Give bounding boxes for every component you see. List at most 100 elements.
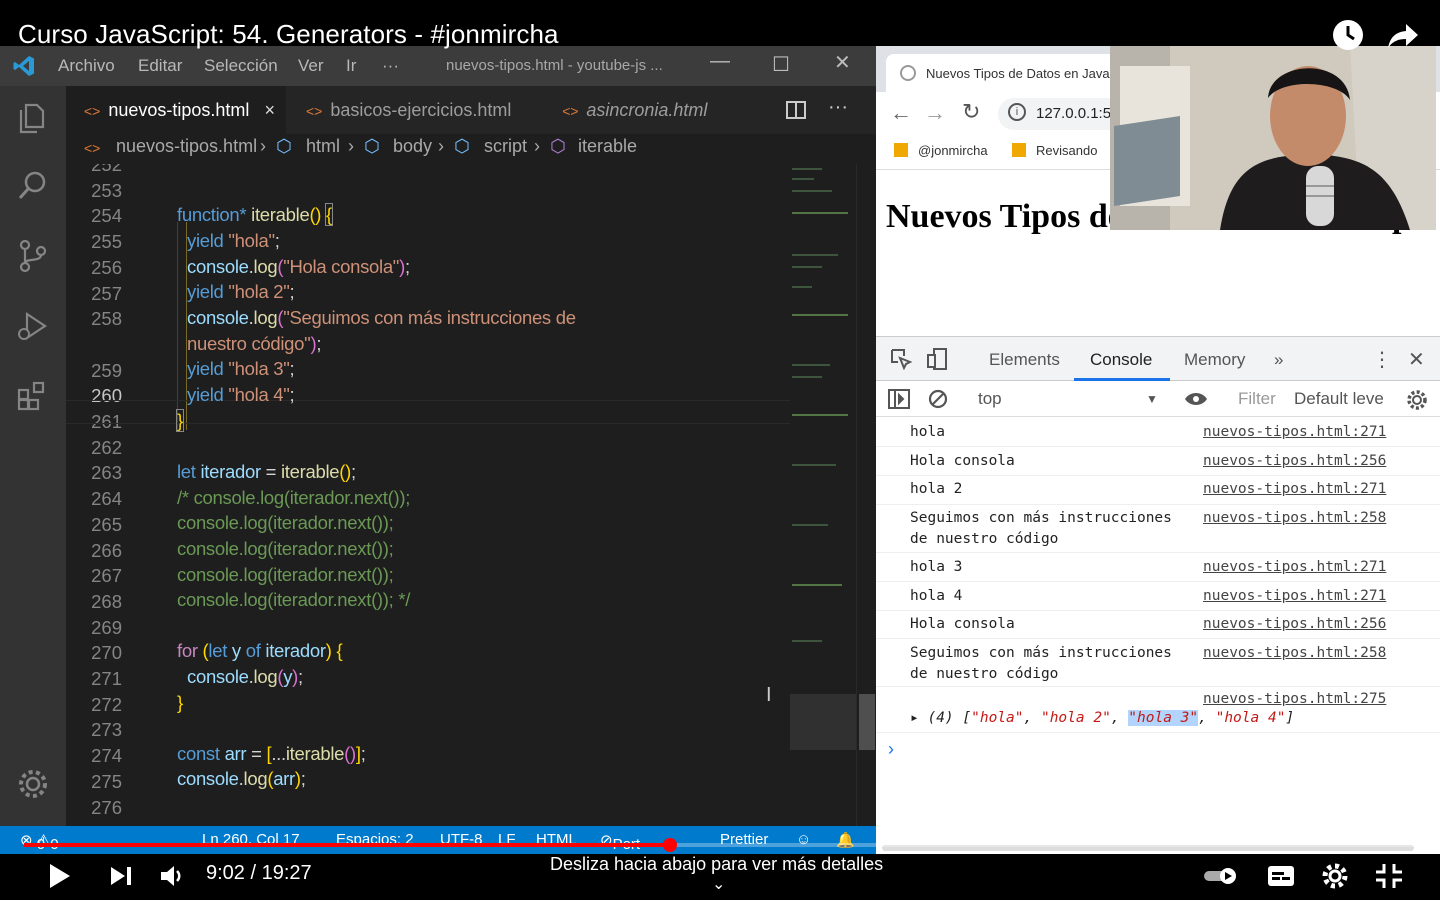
- bookmark-jonmircha[interactable]: @jonmircha: [918, 143, 988, 158]
- log-text: hola 4: [910, 588, 963, 604]
- run-debug-icon[interactable]: [15, 308, 51, 344]
- settings-icon[interactable]: [1320, 860, 1350, 892]
- log-text: Seguimos con más instrucciones de nuestr…: [910, 510, 1172, 547]
- element-icon: ⬡: [276, 136, 292, 156]
- minimap[interactable]: [790, 164, 856, 826]
- show-sidebar-icon[interactable]: [888, 389, 910, 409]
- console-prompt-icon[interactable]: ›: [888, 739, 894, 760]
- close-window-button[interactable]: ✕: [834, 50, 851, 75]
- explorer-icon[interactable]: [15, 100, 51, 136]
- browser-tab[interactable]: Nuevos Tipos de Datos en JavaScript: [886, 54, 1126, 92]
- log-text: Hola consola: [910, 616, 1015, 632]
- video-title[interactable]: Curso JavaScript: 54. Generators - #jonm…: [18, 19, 559, 50]
- maximize-button[interactable]: ☐: [772, 52, 790, 77]
- array-output[interactable]: ▸ (4) ["hola", "hola 2", "hola 3", "hola…: [910, 710, 1294, 726]
- log-source-link[interactable]: nuevos-tipos.html:271: [1203, 479, 1386, 500]
- context-selector[interactable]: top: [978, 389, 1002, 409]
- time-total: 19:27: [261, 862, 312, 884]
- breadcrumb-iterable[interactable]: iterable: [578, 136, 637, 157]
- close-devtools-icon[interactable]: ✕: [1408, 347, 1425, 372]
- log-source-link[interactable]: nuevos-tipos.html:271: [1203, 557, 1386, 578]
- minimap-line: [792, 364, 830, 366]
- code-editor[interactable]: 252 253 254 255 256 257 258 259 260 261 262 263 264 2…: [66, 164, 856, 826]
- line-number: 268: [91, 590, 122, 612]
- minimap-line: [792, 464, 836, 466]
- reload-icon[interactable]: ↻: [962, 99, 980, 125]
- menu-archivo[interactable]: Archivo: [58, 56, 115, 76]
- line-number: 264: [91, 488, 122, 510]
- log-source-link[interactable]: nuevos-tipos.html:256: [1203, 614, 1386, 635]
- progress-scrubber[interactable]: [662, 838, 677, 852]
- menu-editar[interactable]: Editar: [138, 56, 182, 76]
- scrollbar-thumb[interactable]: [859, 694, 875, 750]
- more-actions-icon[interactable]: ···: [828, 96, 848, 119]
- code-line-255: yield "hola";: [187, 230, 280, 251]
- settings-gear-icon[interactable]: [15, 766, 51, 802]
- log-source-link[interactable]: nuevos-tipos.html:258: [1203, 508, 1386, 529]
- time-current: 9:02: [206, 862, 245, 884]
- vscode-titlebar: Archivo Editar Selección Ver Ir ··· nuev…: [0, 46, 876, 86]
- code-line-267: console.log(iterador.next());: [177, 564, 394, 585]
- subtitles-icon[interactable]: [1266, 860, 1296, 892]
- video-progress-bar[interactable]: [24, 838, 1416, 852]
- line-number: 269: [91, 616, 122, 638]
- kebab-menu-icon[interactable]: ⋮: [1372, 347, 1392, 372]
- tab-nuevos-tipos[interactable]: <> nuevos-tipos.html ×: [66, 86, 286, 134]
- next-icon[interactable]: [106, 860, 136, 892]
- log-source-link[interactable]: nuevos-tipos.html:256: [1203, 451, 1386, 472]
- split-editor-icon[interactable]: [786, 100, 806, 120]
- log-source-link[interactable]: nuevos-tipos.html:258: [1203, 643, 1386, 664]
- dropdown-arrow-icon[interactable]: ▼: [1146, 392, 1158, 406]
- editor-scrollbar[interactable]: [856, 164, 876, 826]
- html-file-icon: <>: [84, 140, 101, 156]
- log-source-link[interactable]: nuevos-tipos.html:275: [1203, 689, 1386, 710]
- code-line-263: let iterador = iterable();: [177, 461, 356, 482]
- extensions-icon[interactable]: [15, 378, 51, 414]
- minimap-slider[interactable]: [790, 694, 856, 750]
- minimap-line: [792, 266, 822, 268]
- source-control-icon[interactable]: [15, 238, 51, 274]
- breadcrumb-body[interactable]: body: [393, 136, 432, 157]
- volume-icon[interactable]: [158, 860, 188, 892]
- line-number: 272: [91, 693, 122, 715]
- share-icon[interactable]: [1386, 18, 1420, 52]
- device-toolbar-icon[interactable]: [926, 347, 950, 371]
- clear-console-icon[interactable]: [928, 389, 948, 409]
- console-settings-gear-icon[interactable]: [1406, 389, 1428, 411]
- breadcrumb-script[interactable]: script: [484, 136, 527, 157]
- menu-ir[interactable]: Ir: [346, 56, 356, 76]
- tab-asincronia[interactable]: <> asincronia.html: [542, 86, 742, 134]
- globe-icon: [900, 65, 916, 81]
- more-tabs-icon[interactable]: »: [1274, 350, 1283, 370]
- search-icon[interactable]: [15, 168, 51, 204]
- log-source-link[interactable]: nuevos-tipos.html:271: [1203, 586, 1386, 607]
- bookmark-revisando[interactable]: Revisando: [1036, 143, 1097, 158]
- swipe-hint[interactable]: Desliza hacia abajo para ver más detalle…: [550, 854, 883, 893]
- back-icon[interactable]: ←: [890, 100, 912, 126]
- tab-elements[interactable]: Elements: [989, 350, 1060, 370]
- minimap-line: [792, 286, 812, 288]
- exit-fullscreen-icon[interactable]: [1374, 860, 1404, 892]
- live-expression-eye-icon[interactable]: [1184, 391, 1208, 407]
- tab-close-icon[interactable]: ×: [264, 100, 275, 120]
- chevron-right-icon: ›: [438, 136, 444, 156]
- code-line-270: for (let y of iterador) {: [177, 640, 343, 661]
- tab-basicos-ejercicios[interactable]: <> basicos-ejercicios.html: [288, 86, 540, 134]
- menu-ver[interactable]: Ver: [298, 56, 324, 76]
- tab-console[interactable]: Console: [1090, 350, 1152, 370]
- tab-memory[interactable]: Memory: [1184, 350, 1245, 370]
- log-source-link[interactable]: nuevos-tipos.html:271: [1203, 422, 1386, 443]
- menu-seleccion[interactable]: Selección: [204, 56, 278, 76]
- console-filter-input[interactable]: Filter: [1238, 389, 1276, 409]
- minimize-button[interactable]: —: [710, 50, 730, 73]
- watch-later-icon[interactable]: [1331, 18, 1365, 52]
- menu-more[interactable]: ···: [382, 56, 399, 76]
- info-icon[interactable]: i: [1008, 103, 1026, 121]
- inspect-element-icon[interactable]: [890, 348, 912, 370]
- breadcrumb-html[interactable]: html: [306, 136, 340, 157]
- play-icon[interactable]: [44, 860, 74, 892]
- forward-icon[interactable]: →: [924, 100, 946, 126]
- log-levels-dropdown[interactable]: Default leve: [1294, 389, 1384, 409]
- autoplay-toggle-icon[interactable]: [1202, 860, 1240, 892]
- breadcrumb-file[interactable]: nuevos-tipos.html: [116, 136, 257, 157]
